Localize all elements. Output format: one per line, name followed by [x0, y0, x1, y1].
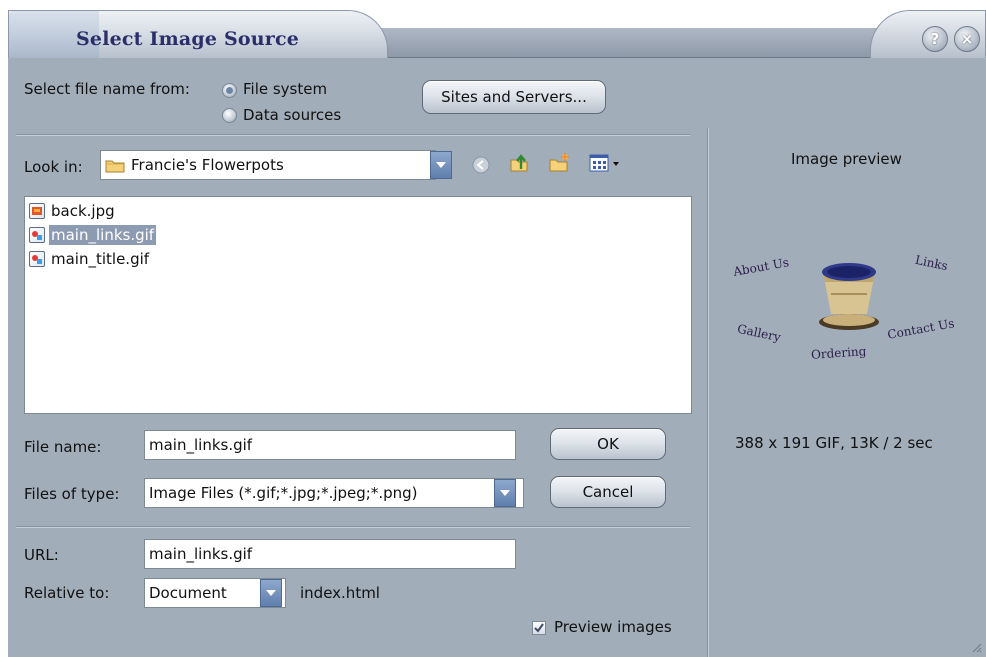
close-icon: × [960, 30, 974, 48]
file-item-back-jpg[interactable]: back.jpg [29, 200, 117, 222]
radio-file-system[interactable] [222, 83, 237, 98]
filename-input[interactable]: main_links.gif [144, 430, 516, 460]
checkmark-icon [534, 623, 544, 633]
chevron-down-icon [436, 162, 446, 168]
up-folder-icon [510, 154, 528, 172]
lookin-value: Francie's Flowerpots [131, 156, 284, 174]
gif-file-icon [29, 227, 45, 243]
cancel-button[interactable]: Cancel [550, 476, 666, 508]
gif-file-icon [29, 251, 45, 267]
preview-word-about: About Us [732, 255, 791, 279]
dialog-title: Select Image Source [76, 28, 300, 50]
file-name: main_links.gif [49, 225, 157, 245]
preview-word-contact: Contact Us [886, 316, 956, 342]
url-label: URL: [24, 546, 59, 564]
lookin-dropdown-button[interactable] [430, 151, 452, 179]
file-name: back.jpg [51, 202, 115, 220]
file-item-main-links-gif[interactable]: main_links.gif [29, 224, 157, 246]
back-arrow-icon [472, 156, 490, 174]
sites-and-servers-button[interactable]: Sites and Servers... [422, 80, 606, 114]
preview-images-label[interactable]: Preview images [554, 618, 672, 636]
preview-word-gallery: Gallery [736, 321, 783, 345]
chevron-down-icon [500, 490, 510, 496]
flowerpot-icon [819, 263, 879, 330]
folder-icon [105, 158, 125, 173]
view-menu-button[interactable] [588, 152, 622, 174]
back-button[interactable] [470, 154, 492, 176]
close-button[interactable]: × [954, 26, 980, 52]
relative-dropdown-button[interactable] [260, 579, 282, 607]
radio-data-sources-label[interactable]: Data sources [243, 106, 341, 124]
filetype-label: Files of type: [24, 485, 120, 503]
help-button[interactable]: ? [922, 26, 948, 52]
lookin-dropdown[interactable]: Francie's Flowerpots [100, 150, 436, 180]
new-folder-button[interactable] [548, 152, 570, 174]
radio-data-sources[interactable] [222, 108, 237, 123]
title-bar[interactable]: Select Image Source ? × [0, 0, 986, 60]
chevron-down-icon [266, 590, 276, 596]
url-input[interactable]: main_links.gif [144, 539, 516, 569]
ok-button[interactable]: OK [550, 428, 666, 460]
dialog-body: Select file name from: File system Data … [8, 58, 986, 657]
question-icon: ? [930, 30, 940, 48]
resize-grip-icon[interactable] [970, 641, 982, 653]
new-folder-icon [549, 153, 569, 172]
preview-title: Image preview [791, 150, 902, 168]
preview-info: 388 x 191 GIF, 13K / 2 sec [735, 434, 933, 452]
relative-file: index.html [300, 584, 380, 602]
preview-images-checkbox[interactable] [532, 621, 546, 635]
preview-pane: Image preview About Us Links Gallery Con… [707, 128, 986, 657]
select-image-source-dialog: Select Image Source ? × Select file name… [0, 0, 986, 657]
relative-label: Relative to: [24, 584, 110, 602]
separator-bottom [16, 526, 690, 528]
filetype-dropdown-button[interactable] [494, 479, 516, 507]
preview-image: About Us Links Gallery Contact Us Orderi… [729, 248, 979, 398]
preview-word-ordering: Ordering [810, 344, 867, 362]
left-pane: Select file name from: File system Data … [8, 58, 708, 657]
filetype-dropdown[interactable]: Image Files (*.gif;*.jpg;*.jpeg;*.png) [144, 478, 524, 508]
filename-label: File name: [24, 438, 102, 456]
file-item-main-title-gif[interactable]: main_title.gif [29, 248, 151, 270]
file-list[interactable]: back.jpg main_links.gif main_title.gif [24, 196, 692, 414]
radio-file-system-label[interactable]: File system [243, 80, 327, 98]
source-label: Select file name from: [24, 80, 190, 98]
jpg-file-icon [29, 203, 45, 219]
up-one-level-button[interactable] [508, 152, 530, 174]
file-name: main_title.gif [51, 250, 150, 268]
preview-word-links: Links [913, 252, 950, 274]
lookin-label: Look in: [24, 158, 83, 176]
view-menu-icon [589, 154, 619, 172]
separator-top [16, 134, 690, 136]
